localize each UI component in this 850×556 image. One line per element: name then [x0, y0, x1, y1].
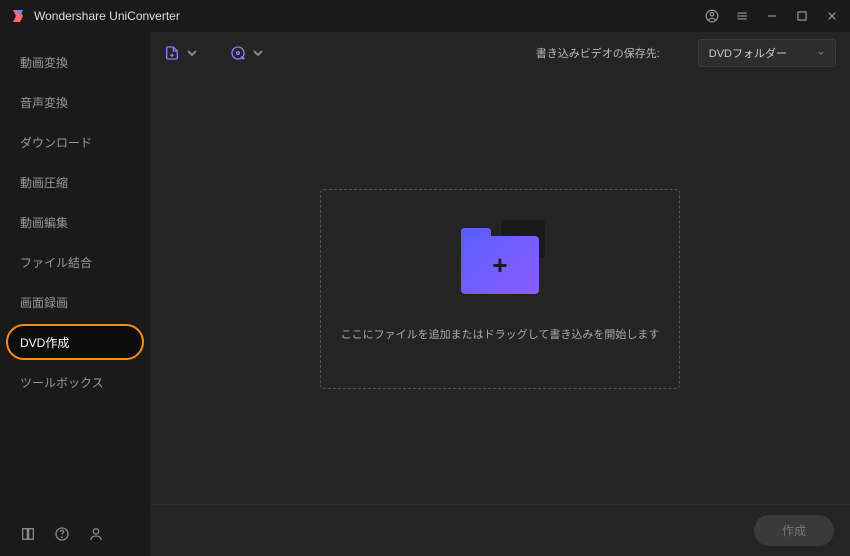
account-icon[interactable]	[704, 8, 720, 24]
app-logo-icon	[10, 8, 26, 24]
sidebar: 動画変換音声変換ダウンロード動画圧縮動画編集ファイル結合画面録画 DVD作成ツール…	[0, 32, 150, 556]
add-file-button[interactable]	[164, 45, 200, 61]
sidebar-item-7[interactable]: DVD作成	[0, 322, 150, 362]
app-title: Wondershare UniConverter	[34, 9, 704, 23]
menu-icon[interactable]	[734, 8, 750, 24]
sidebar-item-4[interactable]: 動画編集	[0, 202, 150, 242]
save-destination-label: 書き込みビデオの保存先:	[536, 45, 660, 61]
add-disc-button[interactable]	[230, 45, 266, 61]
sidebar-item-label: DVD作成	[20, 334, 69, 351]
guide-icon[interactable]	[20, 526, 36, 542]
chevron-down-icon	[250, 45, 266, 61]
save-destination-dropdown[interactable]: DVDフォルダー	[698, 39, 836, 67]
sidebar-item-label: ダウンロード	[20, 134, 92, 151]
maximize-icon[interactable]	[794, 8, 810, 24]
minimize-icon[interactable]	[764, 8, 780, 24]
sidebar-item-label: ツールボックス	[20, 374, 104, 391]
help-icon[interactable]	[54, 526, 70, 542]
sidebar-item-1[interactable]: 音声変換	[0, 82, 150, 122]
feedback-icon[interactable]	[88, 526, 104, 542]
sidebar-item-2[interactable]: ダウンロード	[0, 122, 150, 162]
titlebar: Wondershare UniConverter	[0, 0, 850, 32]
footer: 作成	[150, 504, 850, 556]
dropzone-text: ここにファイルを追加またはドラッグして書き込みを開始します	[341, 326, 660, 342]
sidebar-item-0[interactable]: 動画変換	[0, 42, 150, 82]
sidebar-item-8[interactable]: ツールボックス	[0, 362, 150, 402]
add-folder-icon: +	[461, 236, 539, 300]
sidebar-item-label: 画面録画	[20, 294, 68, 311]
main-panel: 書き込みビデオの保存先: DVDフォルダー + ここにファイルを追加または	[150, 32, 850, 556]
sidebar-item-label: 動画編集	[20, 214, 68, 231]
dropdown-value: DVDフォルダー	[709, 45, 787, 61]
sidebar-item-6[interactable]: 画面録画	[0, 282, 150, 322]
close-icon[interactable]	[824, 8, 840, 24]
sidebar-item-5[interactable]: ファイル結合	[0, 242, 150, 282]
chevron-down-icon	[184, 45, 200, 61]
sidebar-item-3[interactable]: 動画圧縮	[0, 162, 150, 202]
sidebar-item-label: 音声変換	[20, 94, 68, 111]
sidebar-item-label: ファイル結合	[20, 254, 92, 271]
toolbar: 書き込みビデオの保存先: DVDフォルダー	[150, 32, 850, 74]
sidebar-item-label: 動画変換	[20, 54, 68, 71]
create-button[interactable]: 作成	[754, 515, 834, 546]
file-dropzone[interactable]: + ここにファイルを追加またはドラッグして書き込みを開始します	[320, 189, 680, 389]
sidebar-item-label: 動画圧縮	[20, 174, 68, 191]
chevron-down-icon	[817, 49, 825, 57]
